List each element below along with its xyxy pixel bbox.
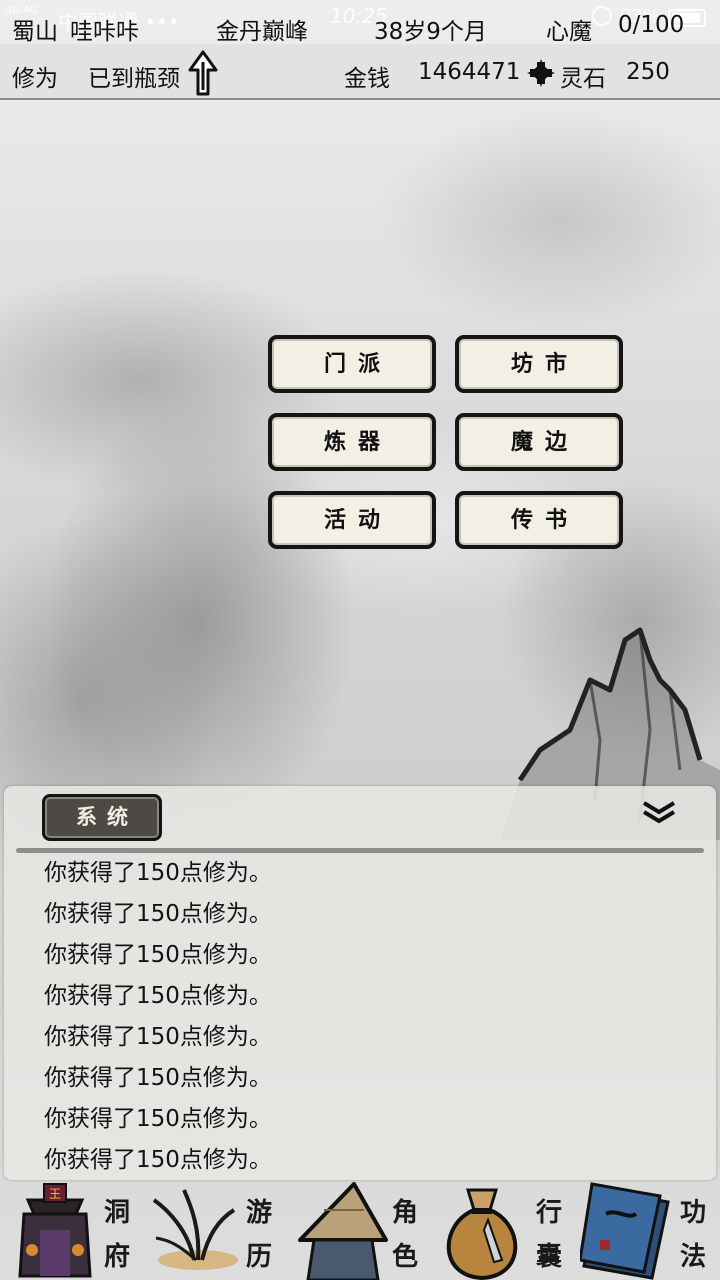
nav-label-char: 行 [536,1198,563,1228]
demon-border-button[interactable]: 魔边 [455,413,623,471]
realm-label: 金丹巅峰 [216,19,308,45]
nav-label-char: 府 [104,1242,131,1272]
message-log-panel: 系统 你获得了150点修为。 你获得了150点修为。 你获得了150点修为。 你… [4,786,716,1180]
travel-grass-icon [152,1189,238,1270]
pouch-bag-icon [446,1188,518,1280]
messages-button[interactable]: 传书 [455,491,623,549]
log-line: 你获得了150点修为。 [44,901,272,927]
events-button[interactable]: 活动 [268,491,436,549]
log-line: 你获得了150点修为。 [44,1147,272,1173]
nav-character[interactable]: 角 色 [288,1180,432,1280]
nav-label-char: 囊 [536,1242,563,1272]
nav-techniques[interactable]: 功 法 [576,1180,720,1280]
log-line: 你获得了150点修为。 [44,983,272,1009]
bottom-navigation: 王 洞 府 游 历 角 色 行 囊 功 法 [0,1180,720,1280]
nav-label-char: 洞 [104,1198,131,1228]
nav-label-char: 游 [246,1198,273,1228]
player-name: 哇咔咔 [70,19,139,45]
cultivation-label: 修为 [12,66,58,92]
log-line: 你获得了150点修为。 [44,1024,272,1050]
log-line: 你获得了150点修为。 [44,860,272,886]
forge-button[interactable]: 炼器 [268,413,436,471]
log-line: 你获得了150点修为。 [44,1106,272,1132]
sect-button[interactable]: 门派 [268,335,436,393]
nav-label-char: 色 [392,1242,419,1272]
straw-hat-character-icon [298,1182,388,1280]
technique-books-icon [580,1182,670,1280]
svg-text:王: 王 [49,1187,61,1201]
log-list[interactable]: 你获得了150点修为。 你获得了150点修为。 你获得了150点修为。 你获得了… [44,854,684,1182]
nav-label-char: 角 [392,1198,419,1228]
nav-inventory[interactable]: 行 囊 [432,1180,576,1280]
log-divider [16,848,704,853]
nav-label-char: 历 [246,1242,273,1272]
spirit-stone-label: 灵石 [560,66,606,92]
log-line: 你获得了150点修为。 [44,1065,272,1091]
nav-cave-mansion[interactable]: 王 洞 府 [0,1180,144,1280]
tab-system[interactable]: 系统 [42,794,162,841]
add-currency-icon[interactable] [526,58,556,88]
nav-label-char: 法 [680,1242,707,1272]
heart-demon-label: 心魔 [546,19,592,45]
nav-travel[interactable]: 游 历 [144,1180,288,1280]
resource-bar: 修为 已到瓶颈 金钱 1464471 灵石 250 [0,44,720,100]
log-line: 你获得了150点修为。 [44,942,272,968]
collapse-chevron-icon[interactable] [642,800,676,824]
player-info-bar: 蜀山 哇咔咔 金丹巅峰 38岁9个月 心魔 0/100 [0,8,720,45]
money-value: 1464471 [418,59,521,85]
cultivation-value: 已到瓶颈 [88,66,180,92]
spirit-stone-value: 250 [626,59,670,85]
location-label: 蜀山 [12,19,58,45]
nav-label-char: 功 [680,1198,707,1228]
age-label: 38岁9个月 [374,19,487,45]
cave-mansion-icon: 王 [18,1183,92,1278]
market-button[interactable]: 坊市 [455,335,623,393]
breakthrough-arrow-icon[interactable] [188,50,218,96]
money-label: 金钱 [344,66,390,92]
heart-demon-value: 0/100 [618,12,685,38]
